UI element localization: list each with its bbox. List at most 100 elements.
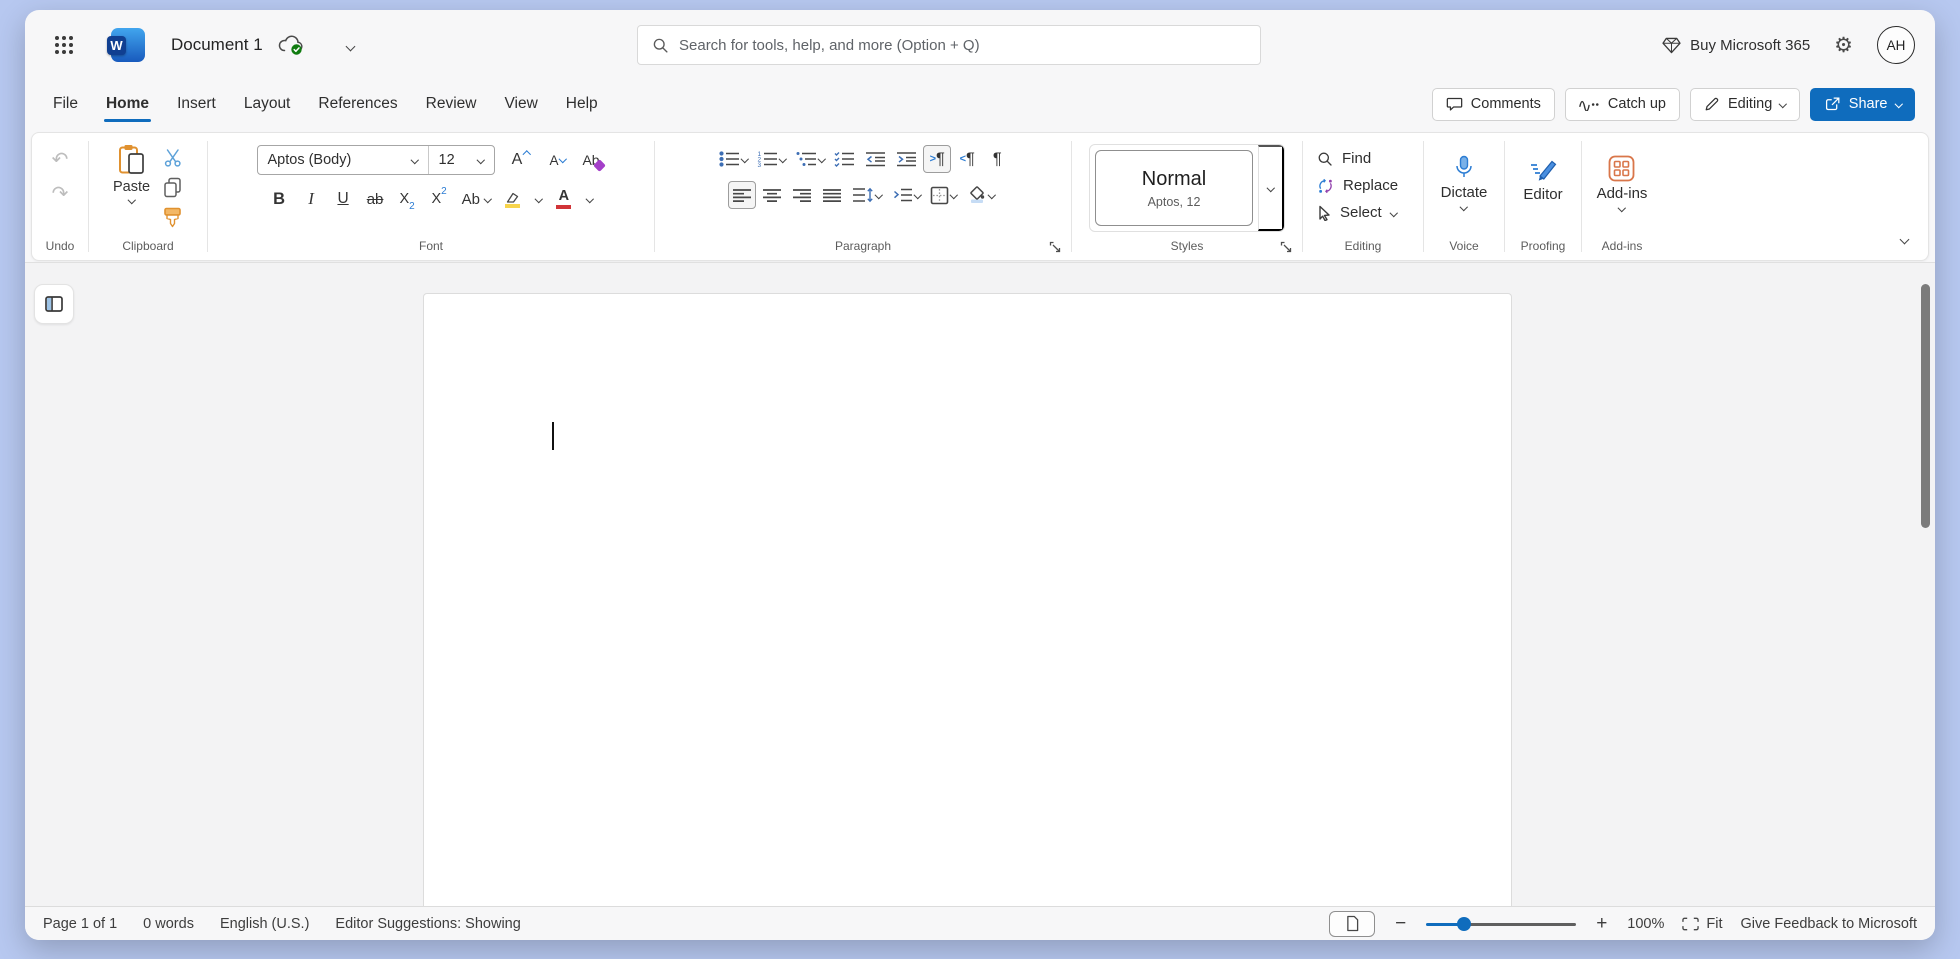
comments-button[interactable]: Comments <box>1432 88 1555 121</box>
page-view-button[interactable] <box>1329 911 1375 937</box>
italic-button[interactable]: I <box>297 185 326 213</box>
bullet-list-icon <box>719 151 740 167</box>
subscript-button[interactable]: X2 <box>393 185 422 213</box>
align-center-button[interactable] <box>758 181 786 209</box>
multilevel-list-button[interactable] <box>792 145 829 173</box>
editing-mode-button[interactable]: Editing <box>1690 88 1800 121</box>
clipboard-group-label: Clipboard <box>89 239 207 253</box>
buy-microsoft-365-button[interactable]: Buy Microsoft 365 <box>1662 37 1810 54</box>
microphone-icon <box>1453 155 1475 181</box>
style-normal[interactable]: Normal Aptos, 12 <box>1095 150 1253 226</box>
format-painter-button[interactable] <box>161 206 184 230</box>
editor-button[interactable]: Editor <box>1523 145 1562 203</box>
addins-grid-icon <box>1608 155 1635 182</box>
app-launcher-button[interactable] <box>45 26 83 64</box>
account-avatar[interactable]: AH <box>1877 26 1915 64</box>
checklist-icon <box>834 151 855 167</box>
search-input[interactable] <box>679 37 1246 54</box>
styles-gallery-chevron[interactable] <box>1258 145 1284 231</box>
tab-insert[interactable]: Insert <box>163 80 230 128</box>
font-family-select[interactable]: Aptos (Body) <box>258 146 428 174</box>
grow-font-button[interactable]: A <box>503 146 532 174</box>
share-button[interactable]: Share <box>1810 88 1915 121</box>
settings-gear-icon[interactable]: ⚙ <box>1834 35 1853 56</box>
font-color-options-chevron[interactable] <box>581 185 597 213</box>
copy-button[interactable] <box>161 176 184 199</box>
align-left-button[interactable] <box>728 181 756 209</box>
document-page[interactable] <box>423 293 1512 906</box>
page-count-status[interactable]: Page 1 of 1 <box>43 916 117 932</box>
tab-home[interactable]: Home <box>92 80 163 128</box>
tab-help[interactable]: Help <box>552 80 612 128</box>
align-right-button[interactable] <box>788 181 816 209</box>
replace-button[interactable]: Replace <box>1317 172 1398 199</box>
change-case-button[interactable]: Ab <box>457 185 496 213</box>
underline-button[interactable]: U <box>329 185 358 213</box>
word-count-status[interactable]: 0 words <box>143 916 194 932</box>
feedback-link[interactable]: Give Feedback to Microsoft <box>1741 916 1918 932</box>
font-color-button[interactable]: A <box>549 185 578 213</box>
borders-button[interactable] <box>926 181 961 209</box>
zoom-in-button[interactable]: + <box>1594 914 1609 933</box>
vertical-scrollbar-thumb[interactable] <box>1921 284 1930 528</box>
tab-file[interactable]: File <box>39 80 92 128</box>
superscript-button[interactable]: X2 <box>425 185 454 213</box>
tab-review[interactable]: Review <box>412 80 491 128</box>
collapse-ribbon-button[interactable] <box>1897 227 1912 250</box>
catch-up-button[interactable]: Catch up <box>1565 88 1680 121</box>
clear-formatting-button[interactable]: Ab <box>577 146 606 174</box>
cut-button[interactable] <box>161 147 184 169</box>
tab-layout[interactable]: Layout <box>230 80 305 128</box>
redo-button[interactable]: ↷ <box>51 183 70 205</box>
shrink-font-button[interactable]: A <box>540 146 569 174</box>
tab-references[interactable]: References <box>304 80 411 128</box>
right-to-left-paragraph-button[interactable]: <¶ <box>953 145 981 173</box>
find-button[interactable]: Find <box>1317 145 1371 172</box>
styles-dialog-launcher[interactable] <box>1280 241 1292 253</box>
paragraph-dialog-launcher[interactable] <box>1049 241 1061 253</box>
search-bar[interactable] <box>637 25 1261 65</box>
word-app-icon[interactable]: W <box>111 28 145 62</box>
language-status[interactable]: English (U.S.) <box>220 916 309 932</box>
navigation-pane-toggle[interactable] <box>34 284 74 324</box>
show-formatting-marks-button[interactable]: ¶ <box>983 145 1011 173</box>
multilevel-list-icon <box>796 151 817 167</box>
strikethrough-button[interactable]: ab <box>361 185 390 213</box>
text-highlight-button[interactable] <box>498 185 527 213</box>
justify-button[interactable] <box>818 181 846 209</box>
shading-button[interactable] <box>963 181 999 209</box>
zoom-level[interactable]: 100% <box>1627 916 1664 932</box>
undo-button[interactable]: ↶ <box>51 149 70 171</box>
paragraph-spacing-button[interactable] <box>888 181 925 209</box>
tab-view[interactable]: View <box>490 80 551 128</box>
dictate-button[interactable]: Dictate <box>1441 145 1488 210</box>
align-center-icon <box>762 188 782 203</box>
numbered-list-button[interactable]: 123 <box>753 145 790 173</box>
document-title[interactable]: Document 1 <box>171 35 263 55</box>
undo-group: ↶ ↷ Undo <box>32 133 88 260</box>
addins-group: Add-ins Add-ins <box>1582 133 1662 260</box>
saved-to-cloud-icon[interactable] <box>277 34 305 56</box>
bold-button[interactable]: B <box>265 185 294 213</box>
line-spacing-button[interactable] <box>848 181 886 209</box>
editor-suggestions-status[interactable]: Editor Suggestions: Showing <box>335 916 520 932</box>
zoom-out-button[interactable]: − <box>1393 914 1408 933</box>
addins-button[interactable]: Add-ins <box>1597 145 1648 211</box>
document-menu-chevron[interactable] <box>341 32 360 59</box>
scissors-icon <box>163 148 183 168</box>
decrease-indent-button[interactable] <box>861 145 890 173</box>
left-to-right-paragraph-button[interactable]: >¶ <box>923 145 951 173</box>
increase-indent-button[interactable] <box>892 145 921 173</box>
undo-group-label: Undo <box>32 239 88 253</box>
select-button[interactable]: Select <box>1317 199 1396 226</box>
paste-button[interactable]: Paste <box>112 143 151 204</box>
font-size-select[interactable]: 12 <box>428 146 494 174</box>
zoom-slider[interactable] <box>1426 917 1576 931</box>
bullet-list-button[interactable] <box>715 145 752 173</box>
highlight-options-chevron[interactable] <box>530 185 546 213</box>
styles-gallery: Normal Aptos, 12 <box>1089 144 1285 232</box>
align-left-icon <box>732 188 752 203</box>
zoom-slider-thumb[interactable] <box>1457 917 1471 931</box>
checklist-button[interactable] <box>830 145 859 173</box>
fit-to-page-button[interactable]: Fit <box>1682 916 1722 932</box>
